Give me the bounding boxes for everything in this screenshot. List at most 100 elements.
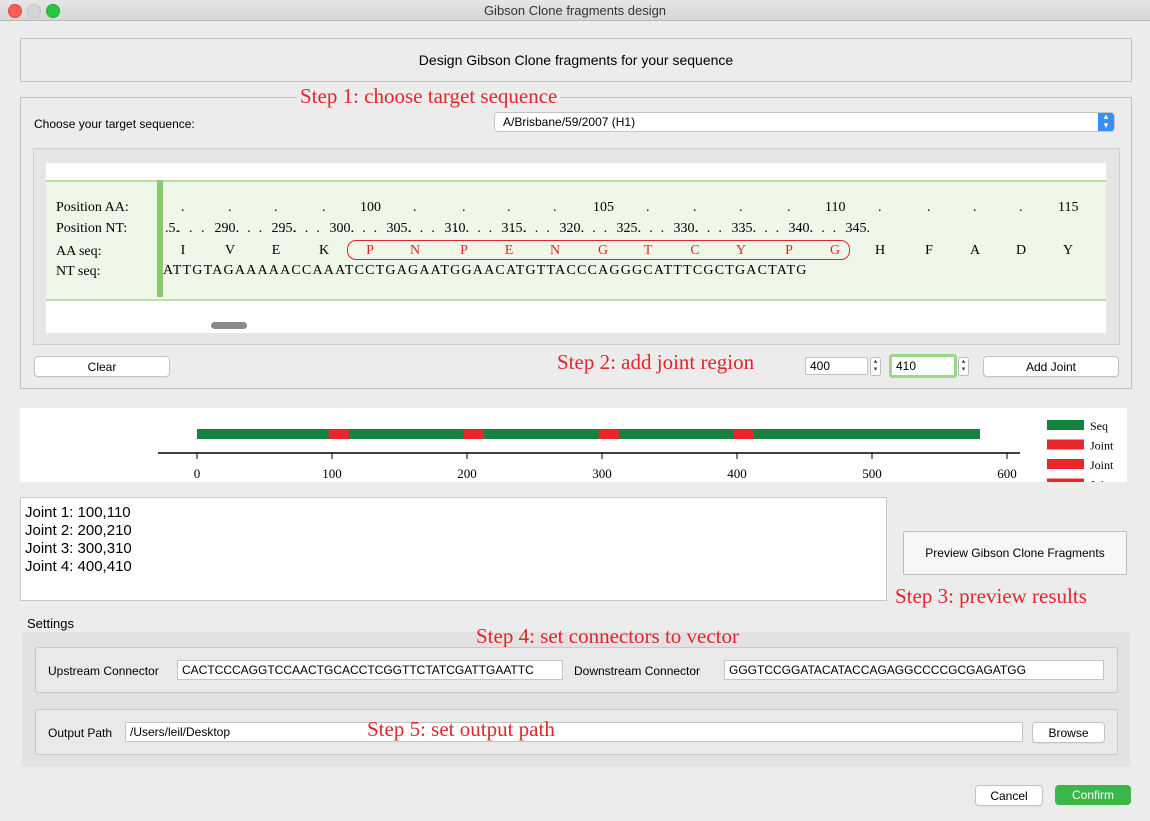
nt-position-dot: . — [477, 221, 481, 236]
step4-annotation: Step 4: set connectors to vector — [476, 624, 740, 648]
title-bar: Gibson Clone fragments design — [0, 0, 1150, 21]
sequence-row-label: AA seq: — [56, 244, 102, 259]
nt-position-tick: 320. — [559, 221, 585, 236]
step5-annotation: Step 5: set output path — [367, 717, 555, 741]
nt-sequence: ATTGTAGAAAAACCAAATCCTGAGAATGGAACATGTTACC… — [163, 263, 808, 278]
preview-button[interactable]: Preview Gibson Clone Fragments — [903, 531, 1127, 575]
joint-start-input[interactable]: 400 — [805, 357, 868, 375]
nt-position-dot: . — [752, 221, 757, 236]
step3-annotation: Step 3: preview results — [895, 584, 1087, 608]
output-path-input[interactable]: /Users/leil/Desktop — [125, 722, 1023, 742]
x-tick-label: 300 — [592, 466, 612, 481]
nt-position-dot: . — [465, 221, 470, 236]
upstream-connector-input[interactable]: CACTCCCAGGTCCAACTGCACCTCGGTTCTATCGATTGAA… — [177, 660, 563, 680]
nt-position-tick: 345. — [845, 221, 871, 236]
joint-end-stepper[interactable]: ▴ ▾ — [958, 357, 969, 376]
aa-position-dot: . — [646, 200, 650, 215]
aa-position-dot: . — [181, 200, 185, 215]
nt-position-tick: 5. — [168, 221, 180, 236]
nt-position-dot: . — [741, 221, 745, 236]
nt-position-dot: . — [235, 221, 240, 236]
nt-position-tick: 330. — [673, 221, 699, 236]
joint-list-item: Joint 2: 200,210 — [25, 522, 132, 539]
aa-position-dot: . — [507, 200, 511, 215]
nt-position-tick: 315. — [501, 221, 527, 236]
joint-chart: 0 100 200 300 400 500 600 Seq Joint Joint Joint — [158, 419, 1114, 483]
target-sequence-value: A/Brisbane/59/2007 (H1) — [503, 115, 636, 129]
step1-annotation: Step 1: choose target sequence — [297, 84, 561, 109]
aa-position-dot: . — [322, 200, 326, 215]
clear-button[interactable]: Clear — [34, 356, 170, 377]
target-sequence-select[interactable]: A/Brisbane/59/2007 (H1) ▴ ▾ — [494, 112, 1115, 132]
legend-label: Joint — [1090, 439, 1114, 453]
nt-position-dot: . — [224, 221, 228, 236]
nt-position-dot: . — [706, 221, 711, 236]
joint-bar — [328, 429, 349, 439]
joint-start-stepper[interactable]: ▴ ▾ — [870, 357, 881, 376]
aa-position-tick: 115 — [1058, 200, 1079, 215]
aa-residue: T — [643, 243, 653, 258]
aa-position-dot: . — [553, 200, 557, 215]
joint-end-input[interactable]: 410 — [889, 354, 957, 378]
legend-label: Joint — [1090, 478, 1114, 483]
legend-label: Joint — [1090, 458, 1114, 472]
nt-position-dot: . — [534, 221, 539, 236]
nt-position-dot: . — [339, 221, 343, 236]
nt-position-dot: . — [637, 221, 642, 236]
nt-position-dot: . — [798, 221, 802, 236]
aa-residue: E — [271, 243, 281, 258]
nt-position-tick: 295. — [271, 221, 297, 236]
nt-position-dot: . — [511, 221, 516, 236]
nt-position-dot: . — [809, 221, 814, 236]
sequence-bar — [197, 429, 980, 439]
sequence-row-label: Position AA: — [56, 200, 129, 215]
joint-bar — [598, 429, 619, 439]
nt-position-dot: . — [177, 221, 181, 236]
joint-bar — [733, 429, 754, 439]
nt-position-dot: . — [419, 221, 424, 236]
joint-list-item: Joint 3: 300,310 — [25, 540, 132, 557]
aa-residue: D — [1015, 243, 1027, 258]
aa-position-tick: 100 — [360, 200, 381, 215]
add-joint-button[interactable]: Add Joint — [983, 356, 1119, 377]
aa-position-dot: . — [787, 200, 791, 215]
cancel-button[interactable]: Cancel — [975, 785, 1043, 806]
aa-residue: F — [925, 243, 933, 258]
nt-position-dot: . — [569, 221, 573, 236]
aa-residue: Y — [1062, 243, 1074, 258]
step2-annotation: Step 2: add joint region — [557, 350, 755, 374]
nt-position-dot: . — [165, 221, 169, 236]
nt-position-dot: . — [695, 221, 699, 236]
x-tick-label: 500 — [862, 466, 882, 481]
confirm-button[interactable]: Confirm — [1055, 785, 1131, 805]
nt-position-dot: . — [281, 221, 286, 236]
sequence-row-label: NT seq: — [56, 264, 101, 279]
nt-position-tick: 335. — [731, 221, 757, 236]
aa-position-dot: . — [739, 200, 743, 215]
nt-position-dot: . — [683, 221, 688, 236]
x-tick-label: 200 — [457, 466, 477, 481]
joint-list-box[interactable]: Joint 1: 100,110 Joint 2: 200,210 Joint … — [20, 497, 887, 601]
aa-residue: G — [829, 243, 841, 258]
aa-residue: I — [180, 243, 186, 258]
horizontal-scrollbar-thumb[interactable] — [211, 322, 247, 329]
aa-residue: V — [224, 243, 236, 258]
x-tick-label: 600 — [997, 466, 1017, 481]
browse-button[interactable]: Browse — [1032, 722, 1105, 743]
settings-label: Settings — [27, 616, 74, 631]
joint-list-item: Joint 1: 100,110 — [25, 504, 131, 521]
nt-position-dot: . — [408, 221, 412, 236]
nt-position-dot: . — [189, 221, 193, 236]
nt-position-dot: . — [523, 221, 527, 236]
aa-position-dot: . — [1019, 200, 1023, 215]
joint-chart-area: 0 100 200 300 400 500 600 Seq Joint Joint Joint — [20, 408, 1127, 482]
aa-residue: K — [318, 243, 330, 258]
aa-position-dot: . — [927, 200, 931, 215]
header-text: Design Gibson Clone fragments for your s… — [418, 52, 734, 68]
nt-position-dot: . — [821, 221, 825, 236]
output-path-label: Output Path — [48, 726, 113, 740]
downstream-connector-input[interactable]: GGGTCCGGATACATACCAGAGGCCCCGCGAGATGG — [724, 660, 1104, 680]
sequence-view[interactable]: Position AA: Position NT: AA seq: NT seq:..… — [46, 163, 1106, 333]
aa-position-dot: . — [462, 200, 466, 215]
nt-position-tick: 300. — [329, 221, 355, 236]
